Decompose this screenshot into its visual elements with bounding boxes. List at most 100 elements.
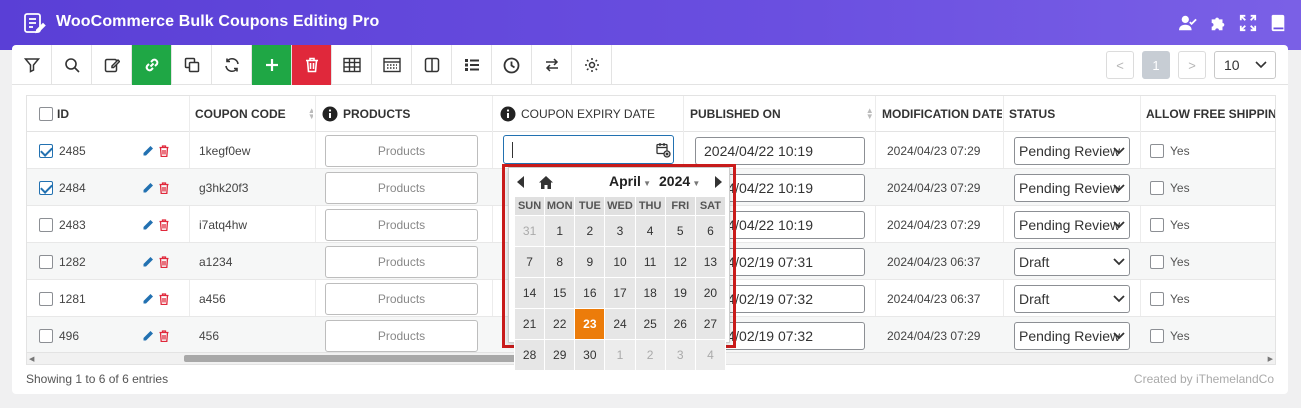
table-view-button[interactable] [332, 45, 372, 85]
filter-button[interactable] [12, 45, 52, 85]
row-select[interactable]: 1281 [39, 280, 86, 317]
prev-page-button[interactable]: < [1106, 51, 1134, 79]
select-all-checkbox[interactable] [39, 107, 53, 121]
calendar-day-other-month[interactable]: 4 [694, 339, 727, 371]
bulk-edit-button[interactable] [92, 45, 132, 85]
sort-icon[interactable]: ▲▼ [308, 107, 313, 121]
coupon-code-cell[interactable]: g3hk20f3 [199, 169, 248, 206]
calendar-day[interactable]: 24 [604, 308, 636, 340]
header-coupon-code[interactable]: COUPON CODE ▲▼ [195, 96, 313, 132]
calendar-day[interactable]: 1 [544, 215, 576, 247]
trash-icon[interactable] [159, 218, 169, 231]
products-button[interactable]: Products [325, 245, 478, 278]
sort-icon[interactable]: ▲▼ [866, 107, 872, 121]
search-button[interactable] [52, 45, 92, 85]
calendar-day[interactable]: 10 [604, 246, 636, 278]
row-checkbox[interactable] [39, 291, 53, 306]
calendar-day-other-month[interactable]: 2 [634, 339, 666, 371]
calendar-day[interactable]: 29 [544, 339, 576, 371]
swap-button[interactable] [532, 45, 572, 85]
row-select[interactable]: 2484 [39, 169, 86, 206]
products-button[interactable]: Products [325, 319, 478, 352]
row-select[interactable]: 496 [39, 317, 79, 352]
calendar-day-other-month[interactable]: 3 [664, 339, 696, 371]
trash-icon[interactable] [159, 329, 169, 342]
trash-icon[interactable] [159, 255, 169, 268]
columns-button[interactable] [372, 45, 412, 85]
calendar-day[interactable]: 21 [513, 308, 546, 340]
header-id[interactable]: ID [39, 96, 179, 132]
status-select[interactable]: Pending Review [1014, 210, 1130, 239]
info-icon[interactable] [500, 106, 516, 122]
refresh-button[interactable] [212, 45, 252, 85]
header-modification-date[interactable]: MODIFICATION DATE [882, 96, 1002, 132]
duplicate-button[interactable] [172, 45, 212, 85]
calendar-day[interactable]: 26 [664, 308, 696, 340]
status-select[interactable]: Pending Review [1014, 136, 1130, 165]
trash-icon[interactable] [159, 181, 169, 194]
products-button[interactable]: Products [325, 282, 478, 315]
products-button[interactable]: Products [325, 134, 478, 167]
today-button[interactable] [537, 173, 555, 191]
calendar-day[interactable]: 7 [513, 246, 546, 278]
info-icon[interactable] [322, 106, 338, 122]
status-select[interactable]: Pending Review [1014, 173, 1130, 202]
calendar-day[interactable]: 9 [574, 246, 606, 278]
calendar-day[interactable]: 11 [634, 246, 666, 278]
coupon-code-cell[interactable]: a456 [199, 280, 226, 317]
free-shipping-checkbox[interactable] [1150, 143, 1164, 158]
calendar-day[interactable]: 17 [604, 277, 636, 309]
calendar-day[interactable]: 2 [574, 215, 606, 247]
prev-month-button[interactable] [512, 173, 530, 191]
header-status[interactable]: STATUS [1009, 96, 1137, 132]
calendar-day[interactable]: 12 [664, 246, 696, 278]
header-expiry-date[interactable]: COUPON EXPIRY DATE [500, 96, 680, 132]
history-button[interactable] [492, 45, 532, 85]
free-shipping-checkbox[interactable] [1150, 291, 1164, 306]
trash-icon[interactable] [159, 144, 169, 157]
pencil-icon[interactable] [142, 256, 154, 268]
coupon-code-cell[interactable]: a1234 [199, 243, 232, 280]
status-select[interactable]: Draft [1014, 284, 1130, 313]
year-select[interactable]: 2024 ▼ [659, 173, 700, 189]
products-button[interactable]: Products [325, 171, 478, 204]
header-published-on[interactable]: PUBLISHED ON ▲▼ [690, 96, 872, 132]
calendar-day[interactable]: 22 [544, 308, 576, 340]
trash-icon[interactable] [159, 292, 169, 305]
products-button[interactable]: Products [325, 208, 478, 241]
next-page-button[interactable]: > [1178, 51, 1206, 79]
free-shipping-checkbox[interactable] [1150, 328, 1164, 343]
calendar-day[interactable]: 19 [664, 277, 696, 309]
row-checkbox[interactable] [39, 328, 53, 343]
row-checkbox[interactable] [39, 143, 53, 158]
next-month-button[interactable] [709, 173, 727, 191]
per-page-select[interactable]: 10 [1214, 51, 1276, 79]
add-coupon-button[interactable] [252, 45, 292, 85]
calendar-day-other-month[interactable]: 31 [513, 215, 546, 247]
row-select[interactable]: 2485 [39, 132, 86, 169]
calendar-day[interactable]: 18 [634, 277, 666, 309]
free-shipping-checkbox[interactable] [1150, 217, 1164, 232]
pencil-icon[interactable] [142, 182, 154, 194]
calendar-day[interactable]: 14 [513, 277, 546, 309]
page-1-button[interactable]: 1 [1142, 51, 1170, 79]
row-select[interactable]: 2483 [39, 206, 86, 243]
pencil-icon[interactable] [142, 330, 154, 342]
calendar-day[interactable]: 16 [574, 277, 606, 309]
coupon-code-cell[interactable]: 456 [199, 317, 219, 352]
scroll-right-icon[interactable]: ▶ [1268, 355, 1273, 363]
month-select[interactable]: April ▼ [609, 173, 651, 189]
link-button[interactable] [132, 45, 172, 85]
list-button[interactable] [452, 45, 492, 85]
row-checkbox[interactable] [39, 180, 53, 195]
pencil-icon[interactable] [142, 293, 154, 305]
book-icon[interactable] [1267, 12, 1289, 34]
calendar-day[interactable]: 4 [634, 215, 666, 247]
calendar-day[interactable]: 15 [544, 277, 576, 309]
calendar-day[interactable]: 5 [664, 215, 696, 247]
calendar-day[interactable]: 28 [513, 339, 546, 371]
calendar-day-selected[interactable]: 23 [574, 308, 606, 340]
coupon-code-cell[interactable]: i7atq4hw [199, 206, 247, 243]
row-select[interactable]: 1282 [39, 243, 86, 280]
settings-button[interactable] [572, 45, 612, 85]
